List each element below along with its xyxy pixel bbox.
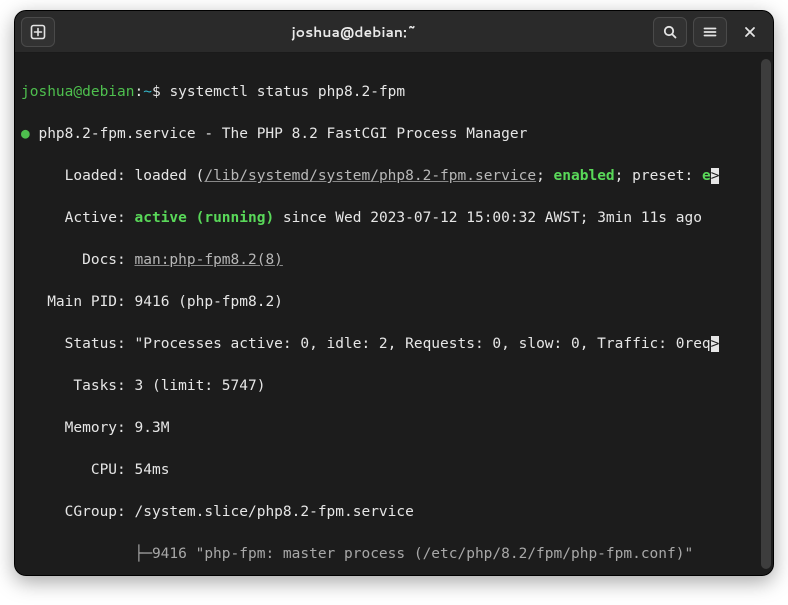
- status-value: "Processes active: 0, idle: 2, Requests:…: [135, 336, 711, 352]
- cpu-line: CPU: 54ms: [21, 460, 769, 481]
- terminal-viewport[interactable]: joshua@debian:~$ systemctl status php8.2…: [15, 53, 773, 575]
- tree-entry: 9416 "php-fpm: master process (/etc/php/…: [152, 546, 693, 562]
- search-button[interactable]: [653, 17, 687, 47]
- loaded-line: Loaded: loaded (/lib/systemd/system/php8…: [21, 166, 769, 187]
- prompt-cwd: ~: [143, 84, 152, 100]
- overflow-indicator: >: [711, 336, 720, 352]
- unit-description: php8.2-fpm.service - The PHP 8.2 FastCGI…: [30, 126, 528, 142]
- cgroup-line: CGroup: /system.slice/php8.2-fpm.service: [21, 502, 769, 523]
- cgroup-tree-line: ├─9416 "php-fpm: master process (/etc/ph…: [21, 544, 769, 565]
- scrollbar[interactable]: [761, 59, 771, 569]
- tasks-line: Tasks: 3 (limit: 5747): [21, 376, 769, 397]
- loaded-mid: ;: [536, 168, 553, 184]
- hamburger-icon: [702, 24, 718, 40]
- window-title: joshua@debian:~: [61, 22, 647, 42]
- docs-value: man:php-fpm8.2(8): [135, 252, 283, 268]
- terminal-window: joshua@debian:~ joshua@debian:~$ systemc…: [14, 10, 774, 576]
- new-tab-button[interactable]: [21, 17, 55, 47]
- active-state: active (running): [135, 210, 275, 226]
- prompt-dollar: $: [152, 84, 169, 100]
- loaded-label: Loaded:: [21, 168, 135, 184]
- loaded-enabled: enabled: [554, 168, 615, 184]
- loaded-path: /lib/systemd/system/php8.2-fpm.service: [204, 168, 536, 184]
- cpu-value: 54ms: [135, 462, 170, 478]
- cpu-label: CPU:: [21, 462, 135, 478]
- docs-line: Docs: man:php-fpm8.2(8): [21, 250, 769, 271]
- mainpid-line: Main PID: 9416 (php-fpm8.2): [21, 292, 769, 313]
- titlebar: joshua@debian:~: [15, 11, 773, 53]
- prompt-line: joshua@debian:~$ systemctl status php8.2…: [21, 82, 769, 103]
- tasks-value: 3 (limit: 5747): [135, 378, 266, 394]
- command-text: systemctl status php8.2-fpm: [169, 84, 405, 100]
- active-since: since Wed 2023-07-12 15:00:32 AWST; 3min…: [274, 210, 702, 226]
- memory-line: Memory: 9.3M: [21, 418, 769, 439]
- prompt-user-host: joshua@debian: [21, 84, 135, 100]
- menu-button[interactable]: [693, 17, 727, 47]
- unit-line: ● php8.2-fpm.service - The PHP 8.2 FastC…: [21, 124, 769, 145]
- cgroup-value: /system.slice/php8.2-fpm.service: [135, 504, 414, 520]
- active-label: Active:: [21, 210, 135, 226]
- loaded-pre: loaded (: [135, 168, 205, 184]
- titlebar-right-group: [653, 17, 767, 47]
- search-icon: [662, 24, 678, 40]
- tasks-label: Tasks:: [21, 378, 135, 394]
- status-line: Status: "Processes active: 0, idle: 2, R…: [21, 334, 769, 355]
- docs-label: Docs:: [21, 252, 135, 268]
- plus-box-icon: [30, 24, 46, 40]
- memory-value: 9.3M: [135, 420, 170, 436]
- mainpid-value: 9416 (php-fpm8.2): [135, 294, 283, 310]
- status-dot-icon: ●: [21, 126, 30, 142]
- prompt-sep: :: [135, 84, 144, 100]
- status-label: Status:: [21, 336, 135, 352]
- overflow-indicator: >: [711, 168, 720, 184]
- active-line: Active: active (running) since Wed 2023-…: [21, 208, 769, 229]
- close-button[interactable]: [733, 17, 767, 47]
- mainpid-label: Main PID:: [21, 294, 135, 310]
- cgroup-label: CGroup:: [21, 504, 135, 520]
- scrollbar-thumb[interactable]: [761, 59, 771, 569]
- tree-branch-icon: ├─: [21, 546, 152, 562]
- loaded-tail: e: [702, 168, 711, 184]
- close-icon: [743, 25, 757, 39]
- memory-label: Memory:: [21, 420, 135, 436]
- loaded-post: ; preset:: [615, 168, 702, 184]
